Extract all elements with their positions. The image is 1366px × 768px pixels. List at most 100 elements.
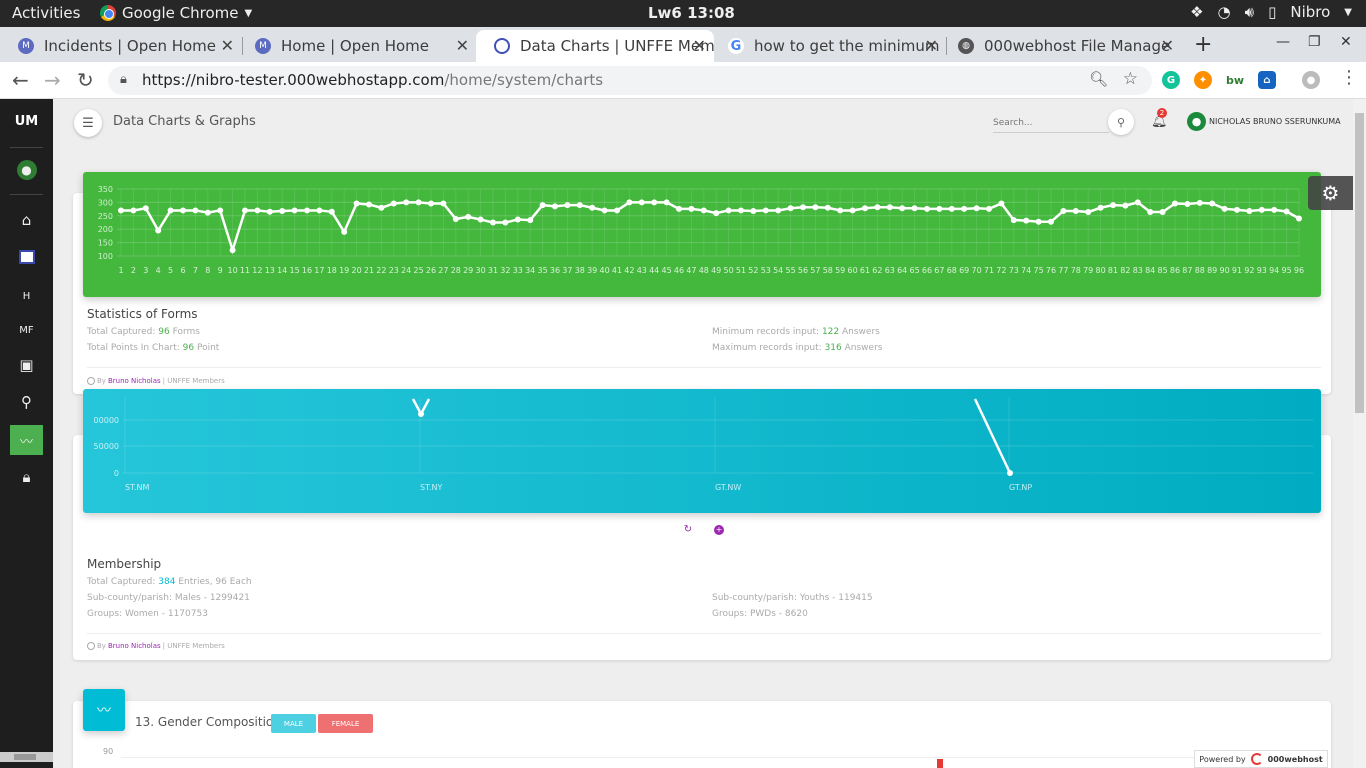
- x-tick-label: 70: [972, 266, 982, 275]
- bw-extension-icon[interactable]: bw: [1226, 71, 1244, 89]
- grammarly-extension-icon[interactable]: G: [1162, 71, 1180, 89]
- shield-extension-icon[interactable]: ⌂: [1258, 71, 1276, 89]
- activities-button[interactable]: Activities: [12, 4, 80, 22]
- close-icon[interactable]: ✕: [693, 36, 706, 55]
- bookmark-star-icon[interactable]: ☆: [1123, 69, 1138, 89]
- close-icon[interactable]: ✕: [1161, 36, 1174, 55]
- tab-title: how to get the minimum: [754, 37, 940, 55]
- x-tick-label: GT.NP: [1009, 483, 1032, 492]
- minimize-button[interactable]: —: [1276, 34, 1290, 50]
- footer-group: | UNFFE Members: [162, 377, 225, 385]
- address-bar[interactable]: 🔒︎ https://nibro-tester.000webhostapp.co…: [108, 66, 1152, 95]
- x-tick-label: 65: [910, 266, 920, 275]
- x-tick-label: 39: [587, 266, 597, 275]
- sidebar-item-h[interactable]: H: [10, 281, 43, 311]
- x-tick-label: 18: [327, 266, 337, 275]
- close-window-button[interactable]: ✕: [1340, 34, 1352, 50]
- footer-author[interactable]: Bruno Nicholas: [108, 642, 161, 650]
- app-menu[interactable]: Google Chrome ▼: [100, 4, 252, 22]
- data-point: [204, 209, 211, 216]
- page-title: Data Charts & Graphs: [113, 114, 256, 129]
- key-extension-icon[interactable]: ✦: [1194, 71, 1212, 89]
- reload-button[interactable]: ↻: [77, 68, 94, 92]
- sidebar-item-gallery[interactable]: ▣: [10, 350, 43, 380]
- close-icon[interactable]: ✕: [456, 36, 469, 55]
- data-point: [688, 205, 695, 212]
- forward-button[interactable]: →: [44, 68, 61, 92]
- x-tick-label: 56: [798, 266, 808, 275]
- new-tab-button[interactable]: +: [1194, 32, 1212, 57]
- close-icon[interactable]: ✕: [221, 36, 234, 55]
- horizontal-scrollbar[interactable]: [0, 752, 53, 762]
- data-point: [1122, 202, 1129, 209]
- stat-value: 122: [821, 327, 840, 337]
- notifications-button[interactable]: 🔔︎ 2: [1151, 108, 1168, 129]
- refresh-icon[interactable]: ↻: [683, 525, 693, 535]
- sidebar-item-home[interactable]: ⌂: [10, 205, 43, 235]
- x-tick-label: 81: [1108, 266, 1118, 275]
- menu-toggle-button[interactable]: ☰: [74, 109, 102, 137]
- stat-unit: Forms: [172, 327, 200, 337]
- close-icon[interactable]: ✕: [925, 36, 938, 55]
- lock-icon[interactable]: 🔒︎: [120, 72, 127, 87]
- lock-icon: 🔒︎: [22, 468, 31, 486]
- gear-icon: ⚙: [1321, 181, 1340, 205]
- chrome-menu-icon[interactable]: ⋮: [1340, 67, 1358, 88]
- data-point: [564, 202, 571, 209]
- search-button[interactable]: ⚲: [1108, 109, 1134, 135]
- url-text[interactable]: https://nibro-tester.000webhostapp.com/h…: [142, 71, 603, 89]
- profile-avatar-icon[interactable]: ●: [1302, 71, 1320, 89]
- system-tray[interactable]: ❖ ◔ 🔊︎ ▯ Nibro ▼: [1190, 3, 1352, 21]
- data-point: [1085, 209, 1092, 216]
- user-profile[interactable]: ● NICHOLAS BRUNO SSERUNKUMA: [1187, 112, 1341, 131]
- x-tick-label: 79: [1083, 266, 1093, 275]
- data-point: [824, 204, 831, 211]
- google-icon: G: [728, 38, 744, 54]
- back-button[interactable]: ←: [12, 68, 29, 92]
- data-point: [614, 207, 620, 214]
- user-menu[interactable]: Nibro: [1290, 3, 1330, 21]
- x-tick-label: 85: [1158, 266, 1168, 275]
- volume-icon[interactable]: 🔊︎: [1245, 3, 1254, 21]
- wifi-icon[interactable]: ◔: [1218, 3, 1231, 21]
- user-name: NICHOLAS BRUNO SSERUNKUMA: [1209, 117, 1341, 126]
- page-scrollbar[interactable]: [1353, 99, 1366, 768]
- add-icon[interactable]: +: [714, 525, 724, 535]
- tab-incidents[interactable]: M Incidents | Open Home ✕: [0, 30, 242, 62]
- clock[interactable]: Lw6 13:08: [648, 4, 735, 22]
- maximize-button[interactable]: ❐: [1308, 34, 1321, 50]
- dropbox-icon[interactable]: ❖: [1190, 3, 1203, 21]
- tab-google-search[interactable]: G how to get the minimum ✕: [710, 30, 946, 62]
- data-point: [676, 205, 682, 212]
- sidebar-item-profile[interactable]: ●: [10, 155, 43, 185]
- data-point: [1097, 204, 1104, 211]
- data-point: [552, 203, 558, 210]
- membership-pwds: Groups: PWDs - 8620: [712, 609, 808, 619]
- x-tick-label: 9: [218, 266, 223, 275]
- sidebar-item-mf[interactable]: MF: [10, 315, 43, 345]
- scrollbar-thumb[interactable]: [1355, 113, 1364, 413]
- tab-home[interactable]: M Home | Open Home ✕: [237, 30, 477, 62]
- data-point: [725, 207, 732, 214]
- zoom-icon[interactable]: 🔍︎: [1089, 70, 1108, 88]
- x-tick-label: 46: [674, 266, 684, 275]
- footer-author[interactable]: Bruno Nicholas: [108, 377, 161, 385]
- sidebar-item-charts[interactable]: 〰: [10, 425, 43, 455]
- x-tick-label: 76: [1046, 266, 1056, 275]
- legend-male[interactable]: MALE: [271, 714, 316, 733]
- tab-data-charts[interactable]: Data Charts | UNFFE Mem ✕: [476, 30, 714, 62]
- x-tick-label: 21: [364, 266, 374, 275]
- sidebar-item-lock[interactable]: 🔒︎: [10, 462, 43, 492]
- legend-female[interactable]: FEMALE: [318, 714, 373, 733]
- system-top-bar: Activities Google Chrome ▼ Lw6 13:08 ❖ ◔…: [0, 0, 1366, 27]
- x-tick-label: 27: [438, 266, 448, 275]
- settings-button[interactable]: ⚙: [1308, 176, 1353, 210]
- sidebar-item-map[interactable]: ⚲: [10, 387, 43, 417]
- powered-by-badge[interactable]: Powered by 000webhost: [1194, 750, 1328, 768]
- search-input[interactable]: [993, 113, 1109, 133]
- battery-icon[interactable]: ▯: [1268, 3, 1276, 21]
- sidebar-item-logo[interactable]: [10, 242, 43, 272]
- data-point: [700, 207, 707, 214]
- tab-file-manager[interactable]: ◍ 000webhost File Manage ✕: [940, 30, 1182, 62]
- sidebar-brand[interactable]: UM: [0, 114, 53, 129]
